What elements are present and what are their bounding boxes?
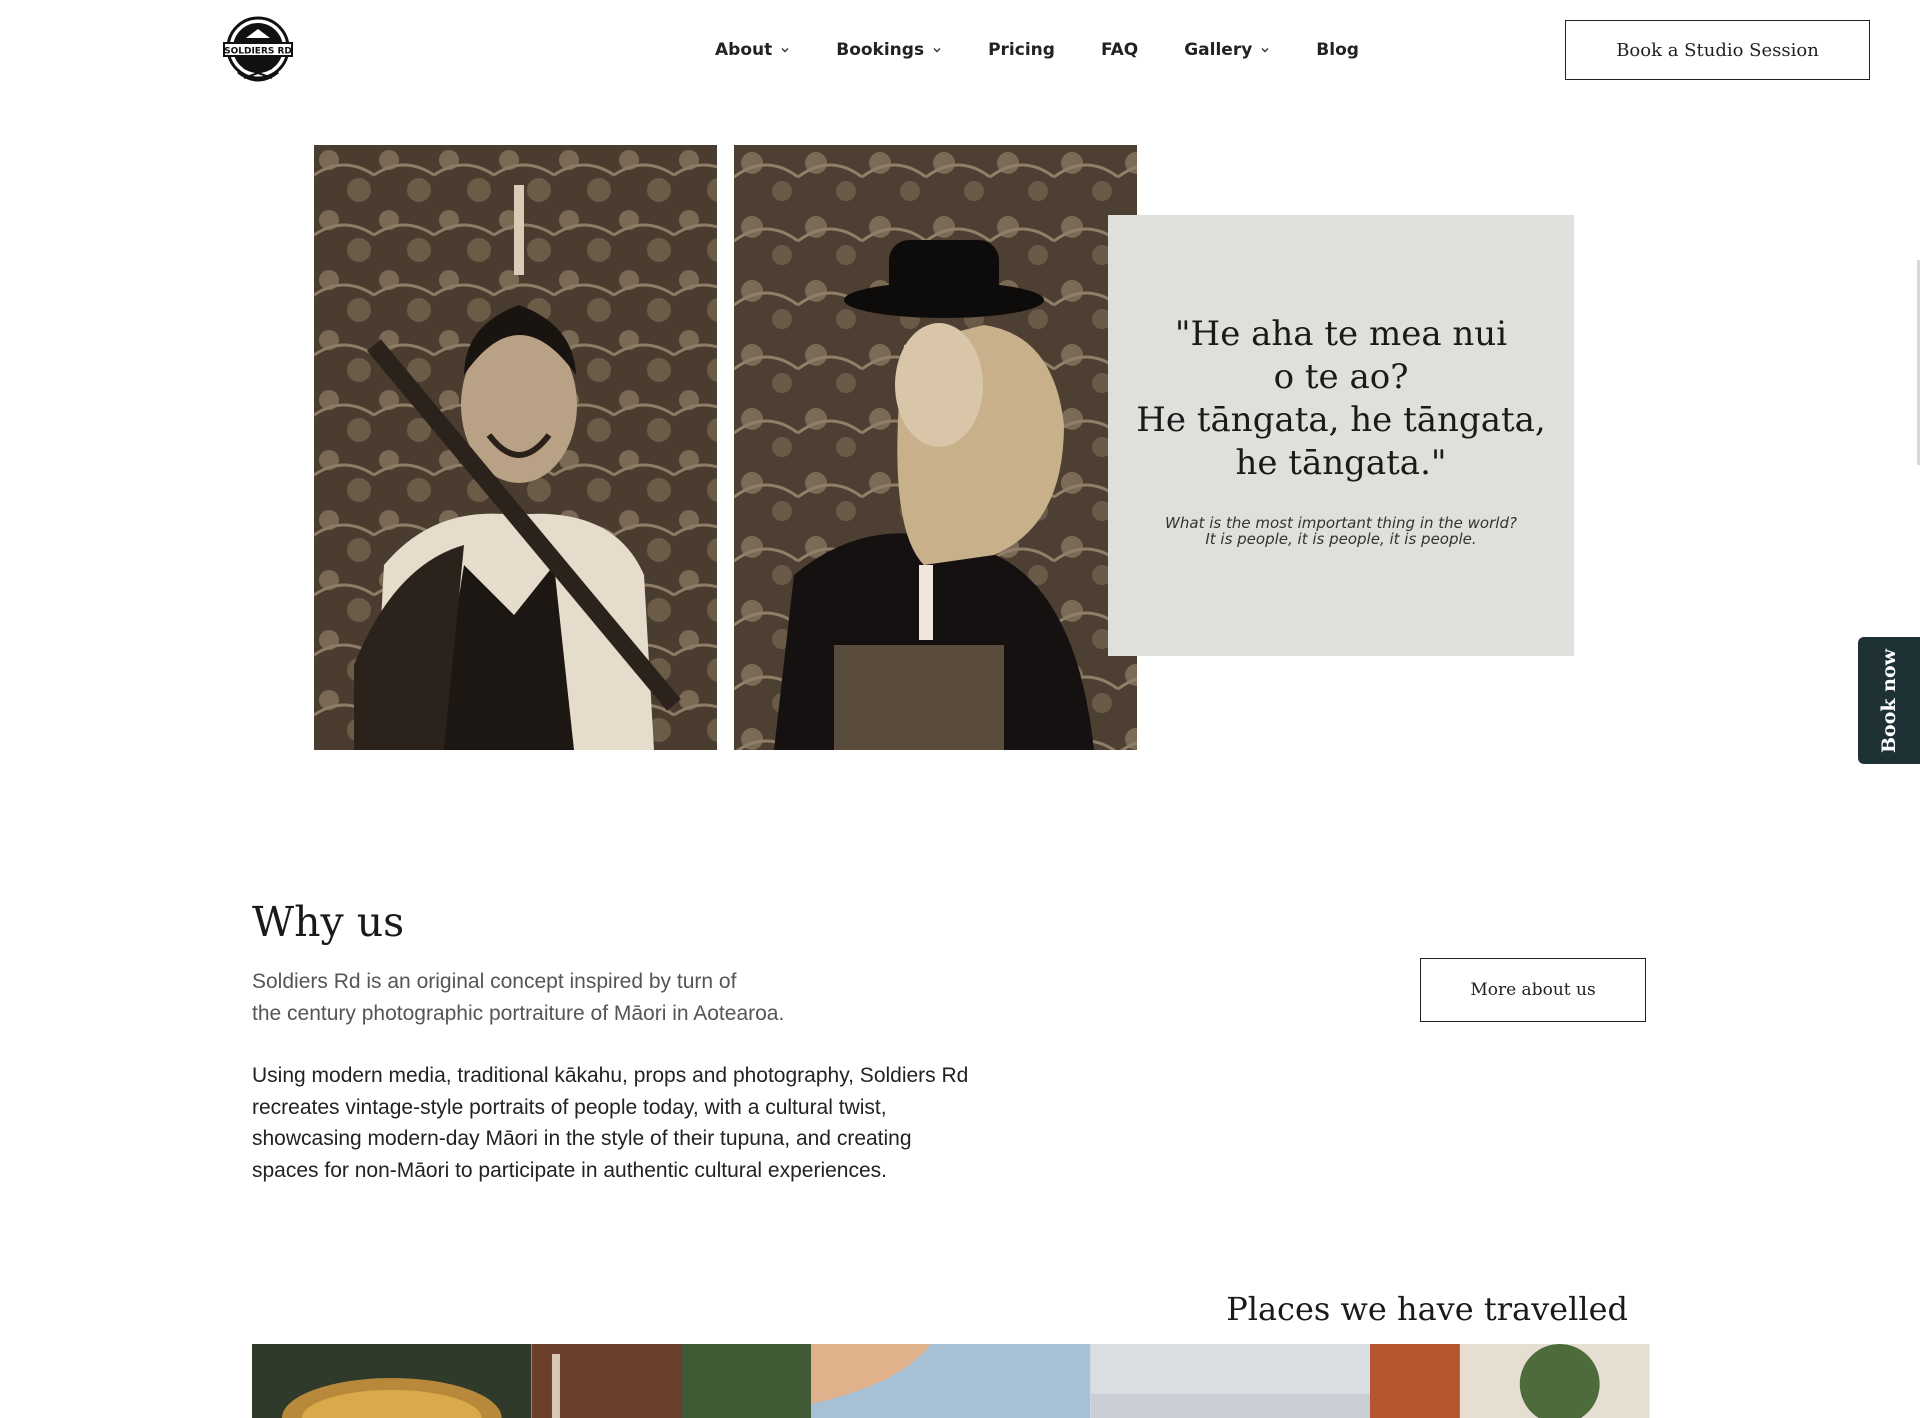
body-line: Using modern media, traditional kākahu, … xyxy=(252,1064,969,1087)
portrait-photo-woman-in-hat xyxy=(734,145,1137,750)
nav-blog-label: Blog xyxy=(1316,40,1359,60)
book-studio-session-button[interactable]: Book a Studio Session xyxy=(1565,20,1870,80)
nav-gallery-label: Gallery xyxy=(1184,40,1253,60)
translation-line: What is the most important thing in the … xyxy=(1165,513,1517,532)
main-nav: About Bookings Pricing FAQ Gallery Blog xyxy=(715,38,1359,62)
quote-line: He tāngata, he tāngata, xyxy=(1136,399,1546,440)
nav-faq[interactable]: FAQ xyxy=(1101,38,1138,62)
book-now-label: Book now xyxy=(1878,648,1900,753)
quote-line: "He aha te mea nui xyxy=(1174,313,1508,354)
nav-about[interactable]: About xyxy=(715,38,790,62)
why-us-heading: Why us xyxy=(252,898,405,946)
quote-card: "He aha te mea nui o te ao? He tāngata, … xyxy=(1108,215,1574,656)
logo-text: SOLDIERS RD xyxy=(224,47,292,57)
body-line: spaces for non-Māori to participate in a… xyxy=(252,1158,888,1182)
nav-faq-label: FAQ xyxy=(1100,40,1139,60)
more-about-us-button[interactable]: More about us xyxy=(1420,958,1646,1022)
translation-line: It is people, it is people, it is people… xyxy=(1205,529,1477,548)
why-us-body: Using modern media, traditional kākahu, … xyxy=(252,1060,1052,1186)
gallery-image[interactable] xyxy=(252,1344,532,1418)
maori-proverb-quote: "He aha te mea nui o te ao? He tāngata, … xyxy=(1131,313,1551,485)
intro-line: the century photographic portraiture of … xyxy=(252,1001,785,1025)
nav-gallery[interactable]: Gallery xyxy=(1184,38,1270,62)
nav-pricing[interactable]: Pricing xyxy=(988,38,1055,62)
quote-line: o te ao? xyxy=(1273,356,1409,397)
chevron-down-icon xyxy=(932,45,942,55)
soldiers-rd-logo[interactable]: SOLDIERS RD xyxy=(220,12,296,88)
portrait-photo-woman-with-moko xyxy=(314,145,717,750)
nav-blog[interactable]: Blog xyxy=(1316,38,1359,62)
nav-bookings[interactable]: Bookings xyxy=(836,38,942,62)
book-now-side-tab[interactable]: Book now xyxy=(1858,637,1920,764)
chevron-down-icon xyxy=(780,45,790,55)
gallery-image[interactable] xyxy=(1090,1344,1371,1418)
nav-about-label: About xyxy=(715,40,773,60)
gallery-image[interactable] xyxy=(811,1344,1091,1418)
places-heading: Places we have travelled xyxy=(1226,1290,1628,1328)
quote-line: he tāngata." xyxy=(1235,442,1447,483)
places-gallery-strip xyxy=(252,1344,1650,1418)
quote-translation: What is the most important thing in the … xyxy=(1141,515,1541,547)
nav-bookings-label: Bookings xyxy=(836,40,925,60)
body-line: showcasing modern-day Māori in the style… xyxy=(252,1127,912,1150)
body-line: recreates vintage-style portraits of peo… xyxy=(252,1095,887,1119)
why-us-intro: Soldiers Rd is an original concept inspi… xyxy=(252,966,1052,1029)
nav-pricing-label: Pricing xyxy=(988,40,1055,60)
gallery-image[interactable] xyxy=(531,1344,812,1418)
chevron-down-icon xyxy=(1260,45,1270,55)
intro-line: Soldiers Rd is an original concept inspi… xyxy=(252,970,737,993)
gallery-image[interactable] xyxy=(1370,1344,1650,1418)
